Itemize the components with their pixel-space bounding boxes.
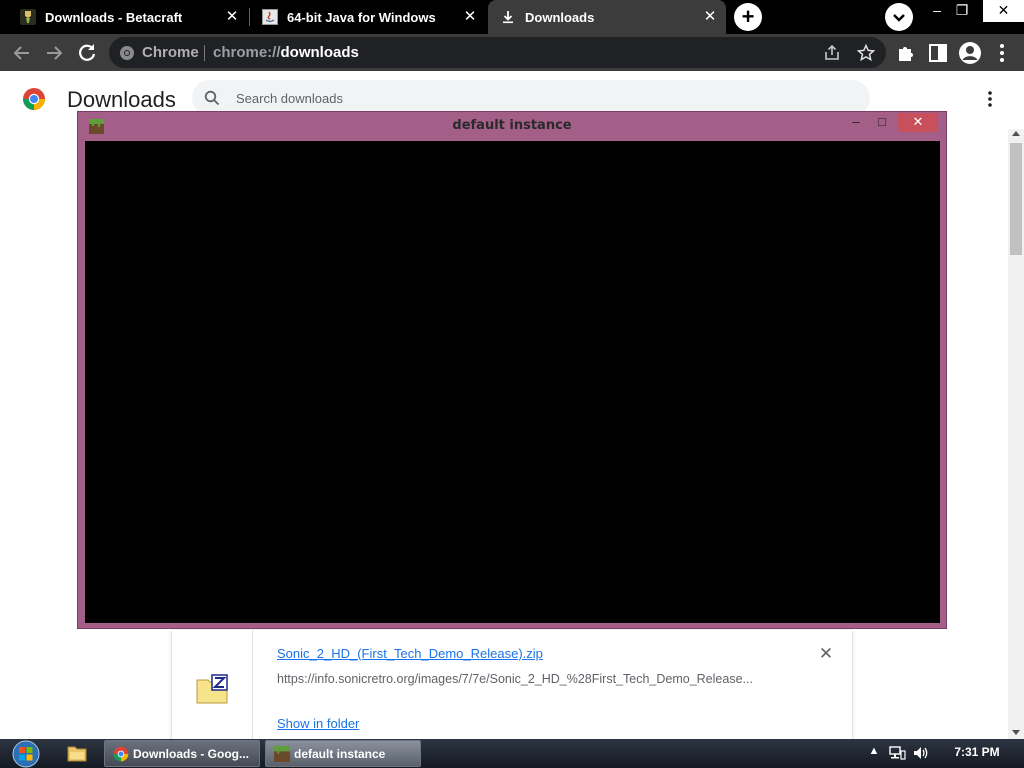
profile-avatar-icon[interactable]: [958, 41, 982, 65]
taskbar-app-label: Downloads - Goog...: [133, 746, 249, 761]
chevron-down-icon: [893, 14, 905, 22]
taskbar-app-chrome[interactable]: Downloads - Goog...: [104, 740, 260, 767]
game-close-button[interactable]: ✕: [898, 113, 938, 132]
file-explorer-icon[interactable]: [66, 743, 88, 763]
page-title: Downloads: [67, 87, 176, 112]
window-restore-button[interactable]: ❐: [945, 0, 979, 22]
close-tab-icon[interactable]: ✕: [462, 9, 478, 25]
site-label: Chrome: [142, 44, 199, 61]
tab-label: Downloads: [525, 9, 595, 25]
download-source-url[interactable]: https://info.sonicretro.org/images/7/7e/…: [277, 672, 777, 686]
url-host: downloads: [280, 44, 359, 61]
browser-toolbar: Chrome chrome://downloads: [0, 34, 1024, 71]
network-icon[interactable]: [888, 745, 906, 761]
close-tab-icon[interactable]: ✕: [702, 9, 718, 25]
download-icon-column: [172, 630, 253, 742]
scroll-up-arrow-icon[interactable]: [1012, 131, 1020, 136]
download-item: Sonic_2_HD_(First_Tech_Demo_Release).zip…: [172, 630, 852, 742]
zip-file-icon: [196, 674, 228, 704]
tab-betacraft[interactable]: Downloads - Betacraft ✕: [8, 0, 248, 34]
chrome-menu-icon[interactable]: [990, 41, 1014, 65]
download-filename-link[interactable]: Sonic_2_HD_(First_Tech_Demo_Release).zip: [277, 646, 543, 661]
bookmark-star-icon[interactable]: [857, 44, 875, 62]
more-actions-icon[interactable]: [980, 89, 1000, 109]
url-scheme: chrome://: [213, 44, 281, 61]
omnibox-divider: [204, 45, 205, 61]
back-arrow-icon[interactable]: [10, 41, 34, 65]
java-icon: [262, 9, 278, 25]
taskbar-app-default-instance[interactable]: default instance: [265, 740, 421, 767]
tab-search-button[interactable]: [885, 3, 913, 31]
minecraft-grass-block-icon: [274, 745, 290, 762]
chrome-icon: [113, 746, 129, 761]
chrome-secure-icon[interactable]: [119, 45, 135, 61]
window-close-button[interactable]: ✕: [983, 0, 1024, 22]
tab-downloads[interactable]: Downloads ✕: [488, 0, 726, 34]
share-icon[interactable]: [823, 44, 841, 62]
extensions-puzzle-icon[interactable]: [894, 41, 918, 65]
taskbar-app-label: default instance: [294, 746, 386, 761]
windows-start-orb-icon[interactable]: [7, 739, 45, 768]
game-maximize-button[interactable]: □: [872, 113, 892, 132]
address-bar[interactable]: Chrome chrome://downloads: [109, 37, 886, 68]
tab-label: 64-bit Java for Windows: [287, 9, 436, 25]
search-input[interactable]: [236, 88, 836, 108]
download-icon: [503, 11, 513, 24]
volume-speaker-icon[interactable]: [912, 745, 930, 761]
page-scrollbar[interactable]: [1008, 129, 1024, 739]
game-canvas[interactable]: [85, 141, 940, 623]
tab-label: Downloads - Betacraft: [45, 9, 183, 25]
show-in-folder-link[interactable]: Show in folder: [277, 716, 359, 731]
betacraft-icon: [20, 9, 36, 25]
system-clock[interactable]: 7:31 PM: [944, 745, 1010, 759]
side-panel-icon[interactable]: [926, 41, 950, 65]
chrome-logo-icon: [23, 88, 45, 110]
reload-icon[interactable]: [75, 41, 99, 65]
new-tab-button[interactable]: +: [734, 3, 762, 31]
tab-java[interactable]: 64-bit Java for Windows ✕: [250, 0, 486, 34]
url-text[interactable]: chrome://downloads: [213, 44, 359, 61]
forward-arrow-icon[interactable]: [42, 41, 66, 65]
scroll-down-arrow-icon[interactable]: [1012, 730, 1020, 735]
game-window-title: default instance: [452, 118, 572, 133]
close-tab-icon[interactable]: ✕: [224, 9, 240, 25]
search-icon: [204, 90, 220, 106]
taskbar: Downloads - Goog... default instance ▲ 7…: [0, 739, 1024, 768]
tab-strip: Downloads - Betacraft ✕ 64-bit Java for …: [0, 0, 1024, 34]
game-window[interactable]: default instance – □ ✕: [77, 111, 947, 629]
remove-download-icon[interactable]: ✕: [816, 644, 836, 664]
scrollbar-thumb[interactable]: [1010, 143, 1022, 255]
game-minimize-button[interactable]: –: [846, 113, 866, 132]
show-hidden-icons-arrow-icon[interactable]: ▲: [865, 745, 883, 761]
